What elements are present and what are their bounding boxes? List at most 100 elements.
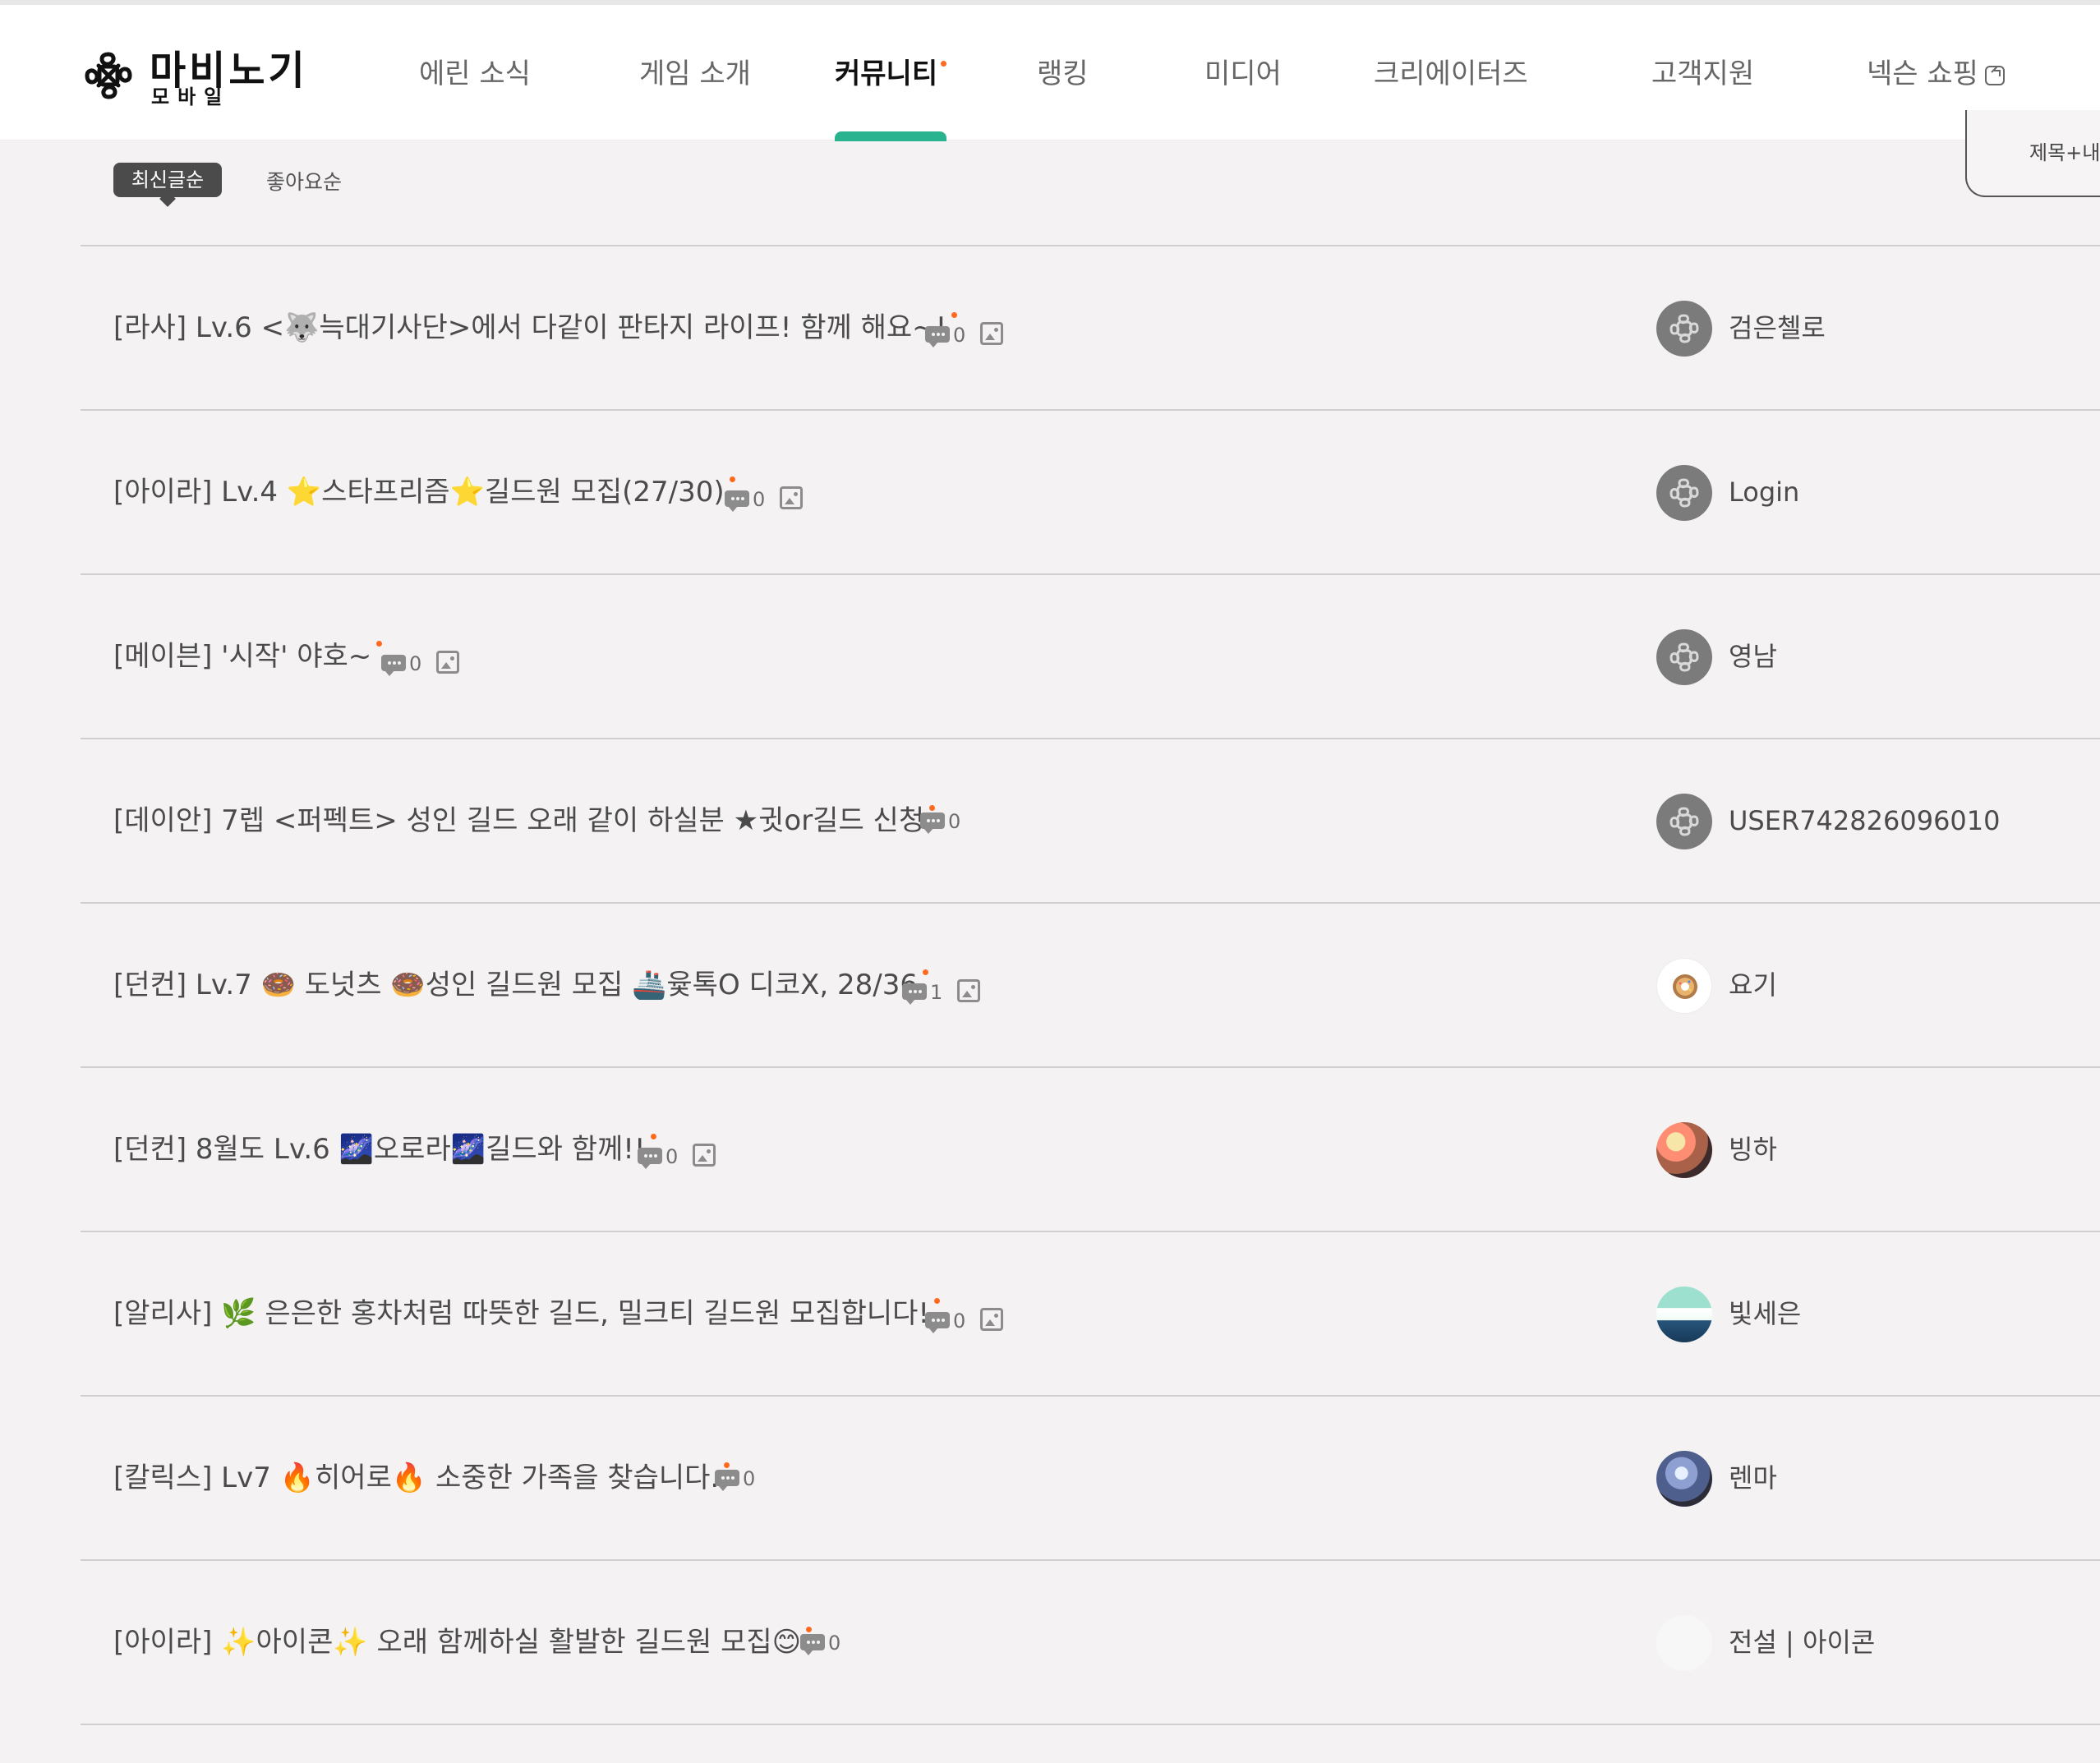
post-title[interactable]: [데이안] 7렙 <퍼펙트> 성인 길드 오래 같이 하실분 ★귓or길드 신청 xyxy=(113,804,936,837)
post-meta: 0 xyxy=(638,1140,716,1169)
author-name: Login xyxy=(1729,476,1800,508)
new-post-dot xyxy=(951,312,958,318)
post-title-text: [아이라] ✨아이콘✨ 오래 함께하실 활발한 길드원 모집😊 xyxy=(113,1626,802,1659)
avatar xyxy=(1656,958,1712,1014)
author-name: 검은첼로 xyxy=(1729,312,1826,343)
post-title[interactable]: [던컨] 8월도 Lv.6 🌌오로라🌌길드와 함께!! xyxy=(113,1133,656,1166)
comment-count: 0 xyxy=(743,1467,756,1490)
mabinogi-avatar-icon xyxy=(1669,314,1699,343)
comment-count: 0 xyxy=(953,324,966,347)
comment-icon xyxy=(725,490,749,512)
new-post-dot xyxy=(934,1298,941,1304)
new-post-dot xyxy=(376,641,383,647)
nav-ranking[interactable]: 랭킹 xyxy=(1037,51,1089,91)
post-meta: 0 xyxy=(800,1632,841,1655)
search-scope-select[interactable]: 제목+내 xyxy=(1965,110,2100,197)
avatar xyxy=(1656,301,1712,357)
post-title[interactable]: [알리사] 🌿 은은한 홍차처럼 따뜻한 길드, 밀크티 길드원 모집합니다! xyxy=(113,1297,941,1330)
new-indicator-dot xyxy=(941,61,947,67)
avatar xyxy=(1656,1287,1712,1342)
community-page: 마비노기 모바일 에린 소식 게임 소개 커뮤니티 랭킹 미디어 크리에이터즈 … xyxy=(0,0,2100,1763)
nav-media[interactable]: 미디어 xyxy=(1204,51,1282,91)
mabinogi-avatar-icon xyxy=(1669,478,1699,508)
avatar xyxy=(1656,794,1712,849)
author-name: 렌마 xyxy=(1729,1462,1777,1494)
comment-icon xyxy=(800,1634,825,1655)
post-meta: 0 xyxy=(925,1305,1004,1333)
post-title-text: [아이라] Lv.4 ⭐스타프리즘⭐길드원 모집(27/30) xyxy=(113,476,725,509)
post-meta: 0 xyxy=(725,483,804,512)
comment-count: 0 xyxy=(948,810,961,833)
comment-count: 0 xyxy=(409,652,422,675)
post-title[interactable]: [아이라] Lv.4 ⭐스타프리즘⭐길드원 모집(27/30) xyxy=(113,476,735,509)
comment-icon xyxy=(715,1470,739,1491)
avatar xyxy=(1656,1122,1712,1178)
list-divider xyxy=(81,573,2100,575)
comment-icon xyxy=(902,983,927,1005)
comment-count: 0 xyxy=(953,1310,966,1333)
avatar xyxy=(1656,1451,1712,1507)
new-post-dot xyxy=(650,1134,656,1139)
post-meta: 1 xyxy=(902,976,981,1005)
author-name: USER742826096010 xyxy=(1729,805,2001,836)
new-post-dot xyxy=(806,1627,813,1632)
active-tab-indicator xyxy=(835,131,946,141)
new-post-dot xyxy=(923,969,928,975)
author-name: 영남 xyxy=(1729,641,1777,672)
new-post-dot xyxy=(724,1462,730,1468)
comment-icon xyxy=(920,812,945,834)
post-title[interactable]: [메이븐] '시작' 야호~ xyxy=(113,641,383,670)
list-divider xyxy=(81,245,2100,246)
image-icon xyxy=(436,651,460,674)
list-divider xyxy=(81,1231,2100,1232)
list-divider xyxy=(81,738,2100,739)
site-header: 마비노기 모바일 에린 소식 게임 소개 커뮤니티 랭킹 미디어 크리에이터즈 … xyxy=(0,5,2100,140)
image-icon xyxy=(980,1308,1004,1331)
comment-count: 0 xyxy=(828,1632,841,1655)
author-name: 전설 | 아이콘 xyxy=(1729,1627,1876,1658)
post-meta: 0 xyxy=(920,810,961,834)
author-name: 빛세은 xyxy=(1729,1298,1802,1329)
sort-latest-button[interactable]: 최신글순 xyxy=(113,163,222,197)
comment-icon xyxy=(925,326,950,348)
post-title-text: [던컨] 8월도 Lv.6 🌌오로라🌌길드와 함께!! xyxy=(113,1133,646,1166)
donut-avatar-icon xyxy=(1673,974,1697,999)
post-title-text: [알리사] 🌿 은은한 홍차처럼 따뜻한 길드, 밀크티 길드원 모집합니다! xyxy=(113,1297,930,1330)
comment-count: 0 xyxy=(665,1145,679,1168)
site-logo[interactable]: 마비노기 모바일 xyxy=(79,39,309,108)
new-post-dot xyxy=(929,805,936,811)
logo-knot-icon xyxy=(85,52,132,99)
post-title[interactable]: [라사] Lv.6 <🐺늑대기사단>에서 다같이 판타지 라이프! 함께 해요~… xyxy=(113,311,958,344)
comment-icon xyxy=(925,1312,950,1333)
post-title[interactable]: [아이라] ✨아이콘✨ 오래 함께하실 활발한 길드원 모집😊 xyxy=(113,1626,813,1659)
nav-support[interactable]: 고객지원 xyxy=(1651,51,1754,91)
post-meta: 0 xyxy=(381,647,460,676)
comment-icon xyxy=(638,1148,662,1169)
nav-creators[interactable]: 크리에이터즈 xyxy=(1374,51,1528,91)
avatar xyxy=(1656,1615,1712,1671)
comment-count: 1 xyxy=(930,981,943,1004)
post-title-text: [칼릭스] Lv7 🔥히어로🔥 소중한 가족을 찾습니다. xyxy=(113,1461,720,1494)
logo-subtitle: 모바일 xyxy=(151,85,231,108)
nav-game-intro[interactable]: 게임 소개 xyxy=(639,51,751,91)
post-title-text: [라사] Lv.6 <🐺늑대기사단>에서 다같이 판타지 라이프! 함께 해요~… xyxy=(113,311,947,344)
post-title-text: [데이안] 7렙 <퍼펙트> 성인 길드 오래 같이 하실분 ★귓or길드 신청 xyxy=(113,804,925,837)
mabinogi-avatar-icon xyxy=(1669,642,1699,672)
post-meta: 0 xyxy=(925,319,1004,348)
list-divider xyxy=(81,1724,2100,1725)
nav-erin-news[interactable]: 에린 소식 xyxy=(419,51,531,91)
sort-likes-button[interactable]: 좋아요순 xyxy=(266,166,342,196)
avatar xyxy=(1656,465,1712,521)
comment-icon xyxy=(381,655,406,676)
post-title-text: [던컨] Lv.7 🍩 도넛츠 🍩성인 길드원 모집 🚢윷톡O 디코X, 28/… xyxy=(113,969,918,1001)
comment-count: 0 xyxy=(753,488,766,511)
list-divider xyxy=(81,409,2100,411)
image-icon xyxy=(980,322,1004,345)
nav-community[interactable]: 커뮤니티 xyxy=(835,51,947,91)
nav-nexon-shopping[interactable]: 넥슨 쇼핑 xyxy=(1867,51,2005,91)
avatar xyxy=(1656,629,1712,685)
post-title[interactable]: [칼릭스] Lv7 🔥히어로🔥 소중한 가족을 찾습니다. xyxy=(113,1461,730,1494)
author-name: 빙하 xyxy=(1729,1134,1777,1165)
new-post-dot xyxy=(729,476,735,482)
post-title[interactable]: [던컨] Lv.7 🍩 도넛츠 🍩성인 길드원 모집 🚢윷톡O 디코X, 28/… xyxy=(113,969,928,1001)
